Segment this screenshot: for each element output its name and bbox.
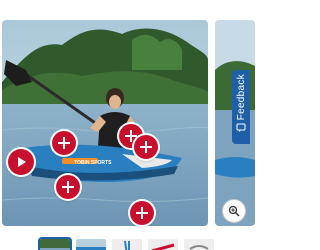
zoom-button[interactable] (222, 199, 246, 223)
thumbnail-strip (0, 236, 250, 250)
thumbnail[interactable] (40, 239, 70, 250)
play-icon (18, 157, 26, 167)
plus-icon (140, 141, 152, 153)
kayak-brand-text: TOBIN SPORTS (74, 160, 112, 166)
hotspot-plus-button[interactable] (56, 175, 80, 199)
plus-icon (62, 181, 74, 193)
feedback-label: Feedback (235, 74, 247, 121)
plus-icon (58, 137, 70, 149)
thumbnail[interactable] (76, 239, 106, 250)
video-play-button[interactable] (8, 149, 34, 175)
thumbnail[interactable] (112, 239, 142, 250)
feedback-chat-icon (236, 123, 246, 133)
product-main-image[interactable]: TOBIN SPORTS (2, 20, 208, 226)
thumbnail[interactable] (148, 239, 178, 250)
hotspot-plus-button[interactable] (52, 131, 76, 155)
zoom-in-icon (228, 205, 240, 217)
thumbnail[interactable] (184, 239, 214, 250)
hotspot-plus-button[interactable] (130, 201, 154, 225)
hotspot-plus-button[interactable] (134, 135, 158, 159)
plus-icon (136, 207, 148, 219)
feedback-tab[interactable]: Feedback (232, 70, 250, 144)
